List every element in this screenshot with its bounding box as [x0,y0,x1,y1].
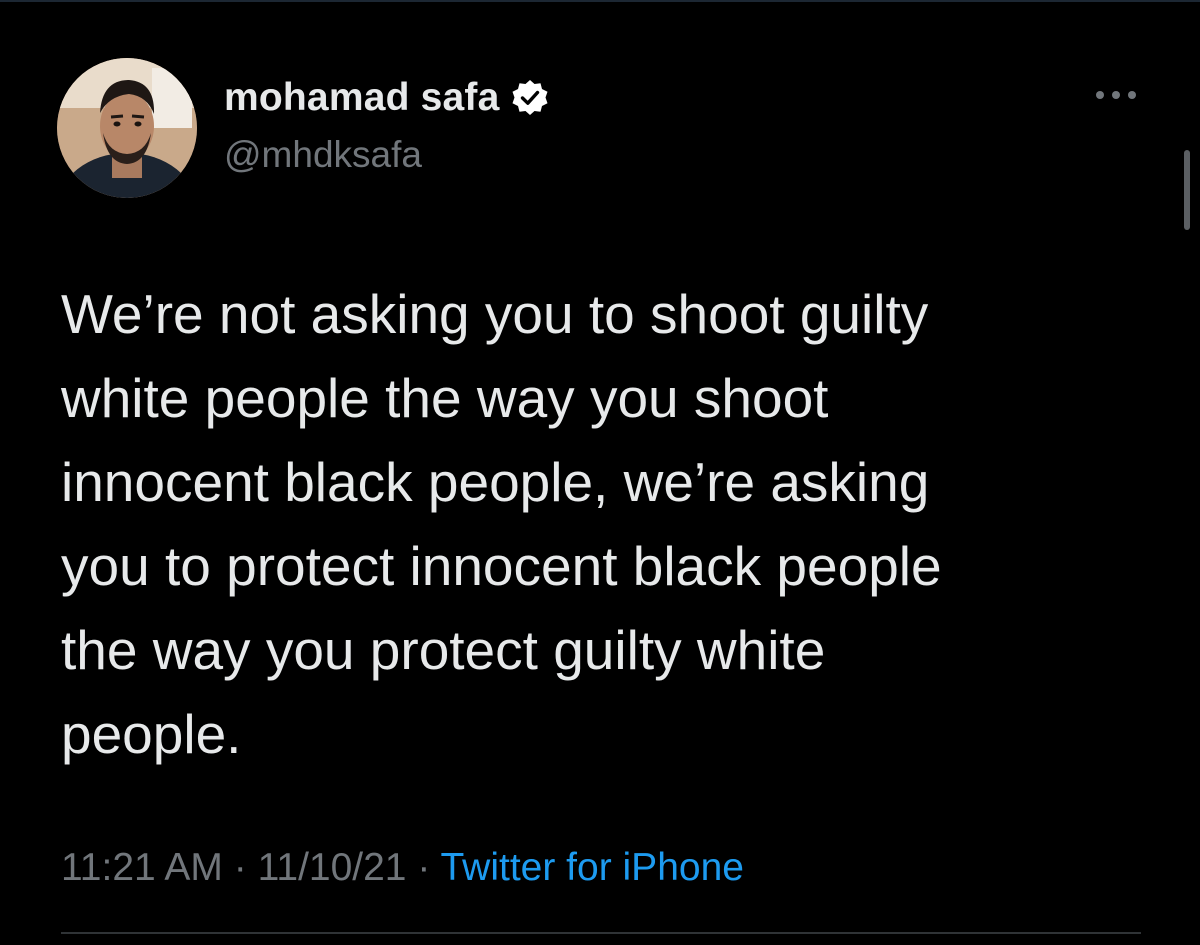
tweet-time[interactable]: 11:21 AM [61,846,223,889]
avatar-image [57,58,197,198]
more-options-icon[interactable] [1092,80,1140,110]
tweet-date[interactable]: 11/10/21 [258,846,407,889]
tweet-detail: mohamad safa @mhdksafa We’re not asking … [0,0,1200,945]
author-display-name[interactable]: mohamad safa [224,76,500,120]
tweet-metadata: 11:21 AM · 11/10/21 · Twitter for iPhone [61,846,744,890]
author-handle[interactable]: @mhdksafa [224,134,422,176]
author-name-row[interactable]: mohamad safa [224,74,550,122]
tweet-text: We’re not asking you to shoot guilty whi… [61,283,942,765]
scrollbar[interactable] [1184,150,1190,230]
meta-separator: · [233,846,247,889]
avatar[interactable] [57,58,197,198]
tweet-source-link[interactable]: Twitter for iPhone [440,846,743,889]
bottom-divider [61,932,1141,934]
verified-badge-icon [510,78,550,118]
meta-separator: · [417,846,431,889]
